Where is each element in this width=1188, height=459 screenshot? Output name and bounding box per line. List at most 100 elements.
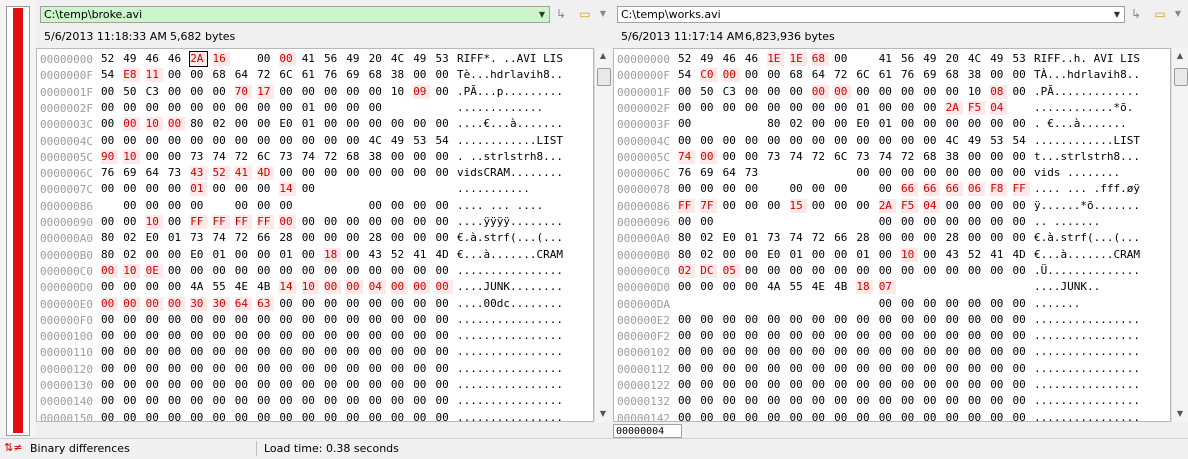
hex-byte[interactable]: 73: [168, 166, 185, 180]
hex-byte[interactable]: 00: [391, 329, 408, 343]
hex-byte[interactable]: 00: [235, 199, 252, 213]
hex-byte[interactable]: 00: [391, 345, 408, 359]
hex-byte[interactable]: 00: [834, 362, 851, 376]
ascii-text[interactable]: €...à.......CRAM: [1034, 248, 1140, 262]
hex-byte[interactable]: 00: [901, 85, 918, 99]
hex-byte[interactable]: 00: [168, 182, 185, 196]
hex-byte[interactable]: 00: [413, 378, 430, 392]
hex-byte[interactable]: 00: [369, 199, 386, 213]
scroll-up-icon[interactable]: ▲: [1172, 48, 1188, 64]
hex-byte[interactable]: 20: [946, 52, 963, 66]
hex-byte[interactable]: 00: [390, 280, 408, 295]
hex-byte[interactable]: 00: [879, 345, 896, 359]
hex-byte[interactable]: 00: [123, 296, 141, 311]
ascii-text[interactable]: RIFF..h. AVI LIS: [1034, 52, 1140, 66]
hex-byte[interactable]: 00: [436, 150, 453, 164]
hex-byte[interactable]: 00: [723, 199, 740, 213]
hex-byte[interactable]: E0: [279, 117, 296, 131]
hex-byte[interactable]: 74: [790, 231, 807, 245]
ascii-text[interactable]: ................: [1034, 411, 1140, 421]
hex-byte[interactable]: 00: [213, 134, 230, 148]
hex-byte[interactable]: 66: [257, 231, 274, 245]
hex-byte[interactable]: 00: [190, 378, 207, 392]
hex-byte[interactable]: 00: [101, 378, 118, 392]
ascii-text[interactable]: ....ÿÿÿÿ........: [457, 215, 563, 229]
hex-byte[interactable]: 00: [678, 182, 695, 196]
hex-byte[interactable]: 00: [436, 231, 453, 245]
hex-byte[interactable]: 00: [723, 313, 740, 327]
hex-byte[interactable]: 00: [946, 264, 963, 278]
hex-byte[interactable]: 00: [700, 101, 717, 115]
hex-byte[interactable]: 00: [946, 362, 963, 376]
hex-byte[interactable]: 00: [346, 101, 363, 115]
hex-byte[interactable]: 00: [790, 378, 807, 392]
hex-byte[interactable]: 00: [190, 329, 207, 343]
hex-byte[interactable]: 00: [879, 231, 896, 245]
hex-byte[interactable]: 00: [700, 134, 717, 148]
hex-byte[interactable]: 61: [879, 68, 896, 82]
hex-byte[interactable]: 00: [856, 264, 873, 278]
hex-byte[interactable]: 00: [745, 362, 762, 376]
hex-byte[interactable]: 72: [257, 68, 274, 82]
hex-byte[interactable]: 10: [301, 280, 319, 295]
hex-byte[interactable]: [812, 297, 829, 311]
hex-byte[interactable]: 4C: [369, 134, 386, 148]
hex-byte[interactable]: 01: [302, 101, 319, 115]
hex-byte[interactable]: 73: [856, 150, 873, 164]
hex-byte[interactable]: 00: [324, 231, 341, 245]
hex-byte[interactable]: 00: [279, 85, 296, 99]
hex-byte[interactable]: 00: [745, 85, 762, 99]
ascii-text[interactable]: ....JUNK..: [1034, 280, 1100, 294]
hex-byte[interactable]: 49: [391, 134, 408, 148]
ascii-text[interactable]: ............LIST: [1034, 134, 1140, 148]
hex-byte[interactable]: 04: [368, 280, 386, 295]
hex-byte[interactable]: 00: [723, 248, 740, 262]
hex-byte[interactable]: 00: [678, 117, 695, 131]
hex-byte[interactable]: 00: [413, 394, 430, 408]
hex-byte[interactable]: 00: [279, 52, 297, 66]
hex-byte[interactable]: 00: [413, 280, 431, 295]
hex-byte[interactable]: 69: [346, 68, 363, 82]
ascii-text[interactable]: ÿ......*õ.......: [1034, 199, 1140, 213]
hex-byte[interactable]: 00: [990, 166, 1007, 180]
hex-byte[interactable]: 00: [123, 215, 140, 229]
hex-byte[interactable]: [391, 182, 408, 196]
hex-byte[interactable]: 00: [279, 166, 296, 180]
hex-byte[interactable]: 00: [723, 280, 740, 294]
hex-byte[interactable]: 00: [745, 280, 762, 294]
hex-byte[interactable]: 11: [145, 68, 163, 83]
hex-byte[interactable]: [324, 182, 341, 196]
hex-byte[interactable]: 00: [723, 394, 740, 408]
hex-byte[interactable]: 00: [190, 362, 207, 376]
hex-byte[interactable]: 64: [146, 166, 163, 180]
hex-byte[interactable]: [413, 182, 430, 196]
hex-byte[interactable]: 61: [302, 68, 319, 82]
hex-byte[interactable]: 63: [257, 296, 275, 311]
hex-byte[interactable]: 46: [168, 52, 185, 66]
hex-byte[interactable]: 00: [213, 378, 230, 392]
hex-byte[interactable]: 00: [168, 85, 185, 99]
hex-byte[interactable]: 00: [346, 215, 363, 229]
hex-byte[interactable]: 00: [346, 280, 364, 295]
hex-byte[interactable]: 00: [812, 117, 829, 131]
hex-byte[interactable]: 00: [901, 313, 918, 327]
hex-byte[interactable]: 00: [700, 362, 717, 376]
hex-byte[interactable]: 00: [856, 313, 873, 327]
hex-row[interactable]: 00000130 00 00 00 00 00 00 00 00 00 00 00 00 00 00 00 00…: [37, 377, 593, 393]
hex-byte[interactable]: 55: [213, 280, 230, 294]
hex-row[interactable]: 000000E0 00 00 00 00 30 30 64 63 00 00 00 00 00 00 00 00…: [37, 296, 593, 312]
hex-byte[interactable]: 00: [812, 264, 829, 278]
hex-byte[interactable]: 00: [946, 329, 963, 343]
hex-byte[interactable]: 73: [767, 150, 784, 164]
hex-byte[interactable]: 00: [146, 199, 163, 213]
ascii-text[interactable]: . €...à.......: [1034, 117, 1127, 131]
hex-byte[interactable]: 00: [767, 199, 784, 213]
hex-byte[interactable]: 00: [856, 166, 873, 180]
hex-byte[interactable]: 00: [413, 68, 430, 82]
right-hex-view[interactable]: 00000000 52 49 46 46 1E 1E 68 00 41 56 49 20 4C 49 53 RI…: [613, 48, 1171, 422]
hex-byte[interactable]: [413, 101, 430, 115]
hex-byte[interactable]: 00: [923, 248, 940, 262]
hex-byte[interactable]: 00: [923, 85, 940, 99]
hex-row[interactable]: 000000F0 00 00 00 00 00 00 00 00 00 00 00 00 00 00 00 00…: [37, 312, 593, 328]
hex-byte[interactable]: 00: [901, 134, 918, 148]
